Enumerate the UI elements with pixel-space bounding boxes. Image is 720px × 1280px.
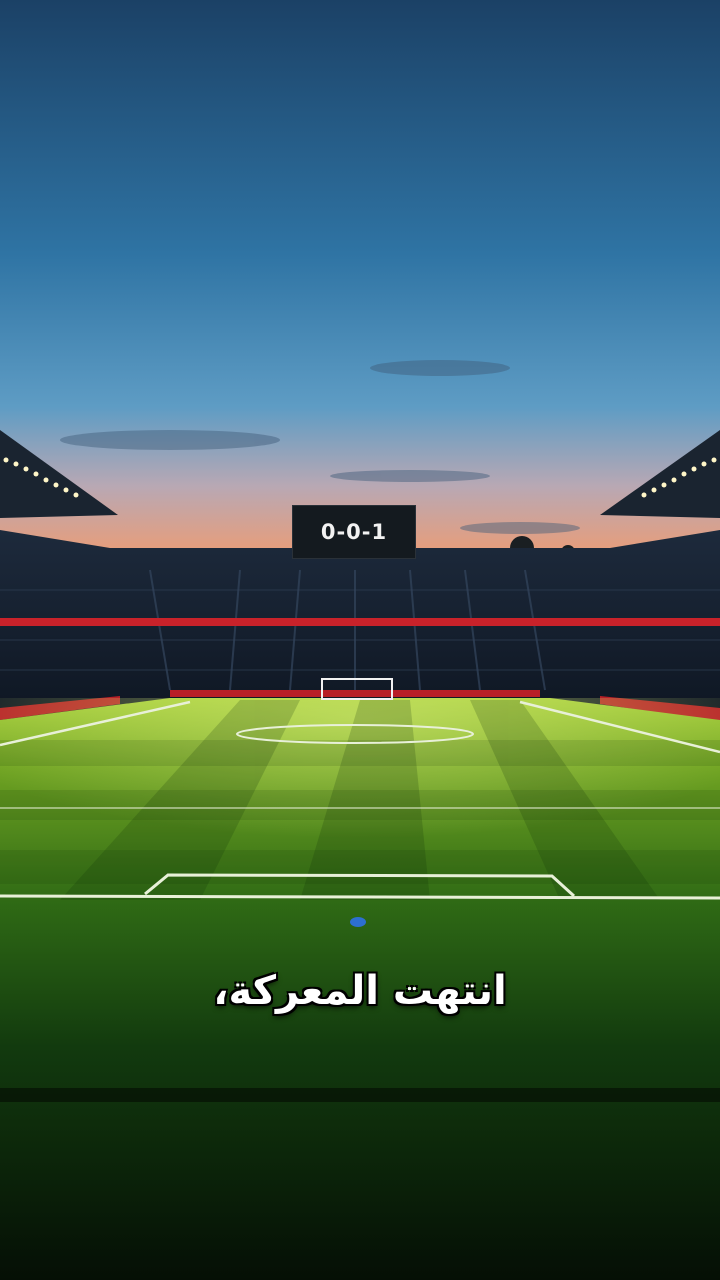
stadium-scene: [0, 0, 720, 1280]
ball: [350, 917, 366, 927]
ad-board-lower: [170, 690, 540, 697]
ad-board-upper: [0, 618, 720, 626]
subtitle-caption: انتهت المعركة،: [213, 968, 507, 1014]
score-display: 0-0-1: [320, 520, 388, 544]
scoreboard: 0-0-1: [292, 505, 416, 559]
